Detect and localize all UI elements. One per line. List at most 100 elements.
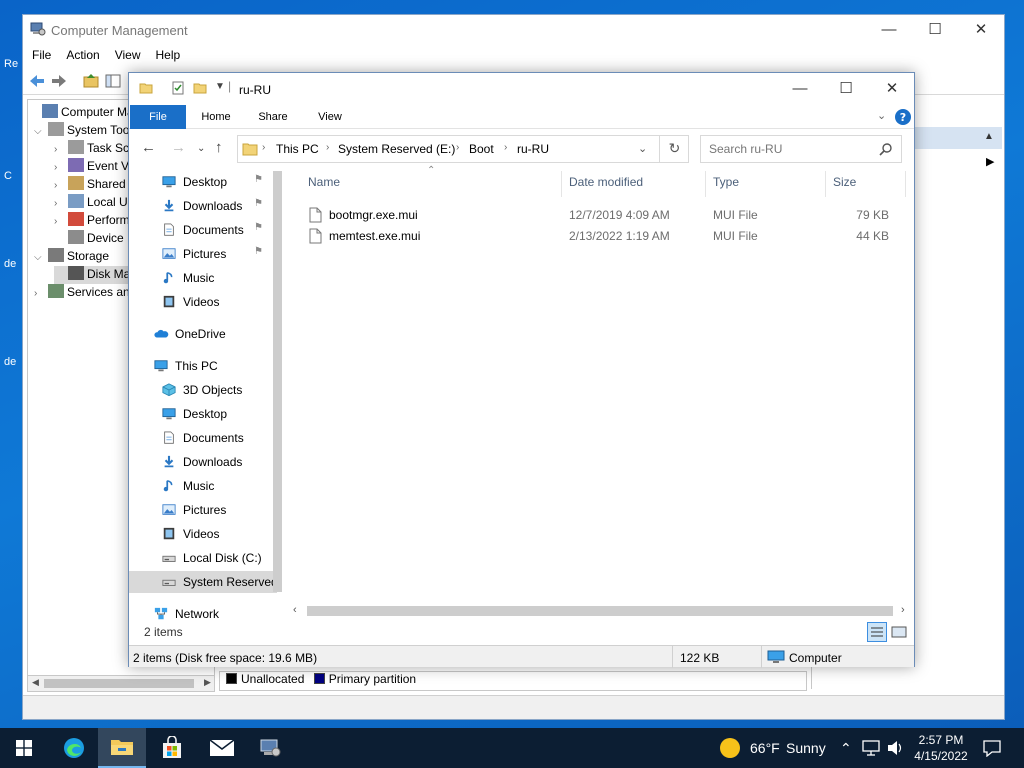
fe-close-button[interactable]: ✕ (869, 73, 915, 105)
breadcrumb-boot[interactable]: Boot (469, 142, 494, 156)
collapsed-chevron-icon[interactable]: › (54, 180, 68, 191)
up-button[interactable]: ↑ (215, 139, 223, 156)
back-button[interactable]: ← (141, 139, 156, 156)
breadcrumb-system-reserved[interactable]: System Reserved (E:) (338, 142, 455, 156)
scroll-left-icon[interactable]: ‹ (293, 604, 297, 616)
address-bar[interactable]: › This PC › System Reserved (E:) › Boot … (237, 135, 689, 163)
fe-title-bar[interactable]: ▼ | ru-RU — ☐ ✕ (129, 73, 914, 105)
recent-locations-icon[interactable]: ⌄ (197, 143, 205, 154)
taskbar-computer-management[interactable] (246, 728, 294, 768)
column-divider[interactable] (905, 171, 906, 197)
tree-item[interactable]: Disk Ma (54, 266, 131, 284)
breadcrumb-ru-ru[interactable]: ru-RU (517, 142, 549, 156)
close-button[interactable]: ✕ (958, 15, 1004, 45)
forward-arrow-icon[interactable] (49, 71, 69, 91)
nav-this-pc-item[interactable]: Downloads (129, 451, 277, 473)
nav-this-pc-item[interactable]: Pictures (129, 499, 277, 521)
taskbar-file-explorer[interactable] (98, 728, 146, 768)
nav-this-pc-item[interactable]: Documents (129, 427, 277, 449)
nav-quick-access-item[interactable]: Music (129, 267, 277, 289)
tree-item[interactable]: › Task Sch (54, 140, 136, 158)
desktop-icon-stub[interactable]: de (4, 356, 22, 368)
scroll-thumb[interactable] (44, 679, 194, 688)
nav-item-network[interactable]: Network (129, 603, 277, 625)
nav-this-pc-item[interactable]: 3D Objects (129, 379, 277, 401)
scroll-left-icon[interactable]: ◀ (32, 677, 39, 688)
nav-this-pc-item[interactable]: System Reserved (129, 571, 278, 593)
start-button[interactable] (0, 728, 48, 768)
nav-this-pc-item[interactable]: Music (129, 475, 277, 497)
more-actions-arrow-icon[interactable]: ▶ (986, 155, 994, 168)
tree-item[interactable]: › Services an (34, 284, 130, 302)
nav-item-this-pc[interactable]: This PC (129, 355, 277, 377)
forward-button[interactable]: → (171, 139, 186, 156)
menu-file[interactable]: File (23, 45, 57, 62)
ribbon-tab-view[interactable]: View (307, 105, 353, 129)
file-row[interactable]: bootmgr.exe.mui 12/7/2019 4:09 AM MUI File… (301, 205, 899, 225)
properties-icon[interactable] (171, 81, 185, 95)
scroll-thumb[interactable] (273, 171, 282, 592)
clock[interactable]: 2:57 PM 4/15/2022 (910, 732, 972, 764)
cm-tree-horizontal-scrollbar[interactable]: ◀ ▶ (27, 675, 215, 692)
desktop-icon-stub[interactable]: de (4, 258, 22, 270)
expanded-chevron-icon[interactable]: ⌵ (34, 126, 48, 137)
nav-this-pc-item[interactable]: Videos (129, 523, 277, 545)
search-input[interactable] (700, 135, 902, 163)
nav-quick-access-item[interactable]: Desktop ⚑ (129, 171, 277, 193)
nav-quick-access-item[interactable]: Downloads ⚑ (129, 195, 277, 217)
minimize-button[interactable]: — (866, 15, 912, 45)
refresh-button[interactable]: ↻ (659, 135, 689, 163)
help-icon[interactable]: ? (894, 108, 912, 126)
column-header-date-modified[interactable]: Date modified (569, 175, 643, 189)
taskbar-store[interactable] (148, 728, 196, 768)
ribbon-tab-home[interactable]: Home (193, 105, 239, 129)
column-header-type[interactable]: Type (713, 175, 739, 189)
file-list-horizontal-scrollbar[interactable]: ‹ › (291, 603, 913, 619)
breadcrumb-separator[interactable]: › (504, 142, 507, 153)
desktop-icon-stub[interactable]: C (4, 170, 22, 182)
back-arrow-icon[interactable] (27, 71, 47, 91)
breadcrumb-separator[interactable]: › (456, 142, 459, 153)
collapsed-chevron-icon[interactable]: › (34, 288, 48, 299)
collapse-up-icon[interactable]: ▲ (984, 131, 994, 142)
taskbar-edge[interactable] (50, 728, 98, 768)
address-dropdown-icon[interactable]: ⌄ (638, 142, 647, 155)
breadcrumb-separator[interactable]: › (262, 142, 265, 153)
notifications-icon[interactable] (983, 739, 1001, 757)
ribbon-tab-share[interactable]: Share (249, 105, 297, 129)
tree-item[interactable]: ⌵ System Too (34, 122, 129, 140)
breadcrumb-this-pc[interactable]: This PC (276, 142, 319, 156)
tree-item[interactable]: Device I (54, 230, 130, 248)
nav-this-pc-item[interactable]: Desktop (129, 403, 277, 425)
tree-item[interactable]: › Perform (54, 212, 130, 230)
menu-help[interactable]: Help (147, 45, 187, 62)
expanded-chevron-icon[interactable]: ⌵ (34, 252, 48, 263)
cm-title-bar[interactable]: Computer Management — ☐ ✕ (23, 15, 1004, 45)
column-divider[interactable] (825, 171, 826, 197)
nav-quick-access-item[interactable]: Pictures ⚑ (129, 243, 277, 265)
navigation-pane-scrollbar[interactable] (270, 169, 285, 629)
tree-item[interactable]: ⌵ Storage (34, 248, 109, 266)
scroll-right-icon[interactable]: ▶ (204, 677, 211, 688)
volume-icon[interactable] (886, 740, 904, 756)
network-icon[interactable] (862, 740, 880, 756)
column-header-size[interactable]: Size (833, 175, 856, 189)
scroll-right-icon[interactable]: › (901, 604, 905, 616)
desktop-icon-stub[interactable]: Re (4, 58, 22, 70)
ribbon-tab-file[interactable]: File (130, 105, 186, 129)
show-hidden-icons-icon[interactable]: ⌃ (840, 740, 852, 757)
menu-view[interactable]: View (106, 45, 147, 62)
up-folder-icon[interactable] (81, 71, 101, 91)
breadcrumb-separator[interactable]: › (326, 142, 329, 153)
fe-minimize-button[interactable]: — (777, 73, 823, 105)
tree-item[interactable]: › Local U (54, 194, 128, 212)
fe-maximize-button[interactable]: ☐ (823, 73, 869, 105)
nav-this-pc-item[interactable]: Local Disk (C:) (129, 547, 277, 569)
column-divider[interactable] (561, 171, 562, 197)
column-header-name[interactable]: Name (308, 175, 340, 189)
new-folder-icon[interactable] (193, 81, 207, 95)
show-hide-tree-icon[interactable] (103, 71, 123, 91)
nav-quick-access-item[interactable]: Documents ⚑ (129, 219, 277, 241)
collapsed-chevron-icon[interactable]: › (54, 144, 68, 155)
large-icons-view-icon[interactable] (889, 622, 909, 642)
